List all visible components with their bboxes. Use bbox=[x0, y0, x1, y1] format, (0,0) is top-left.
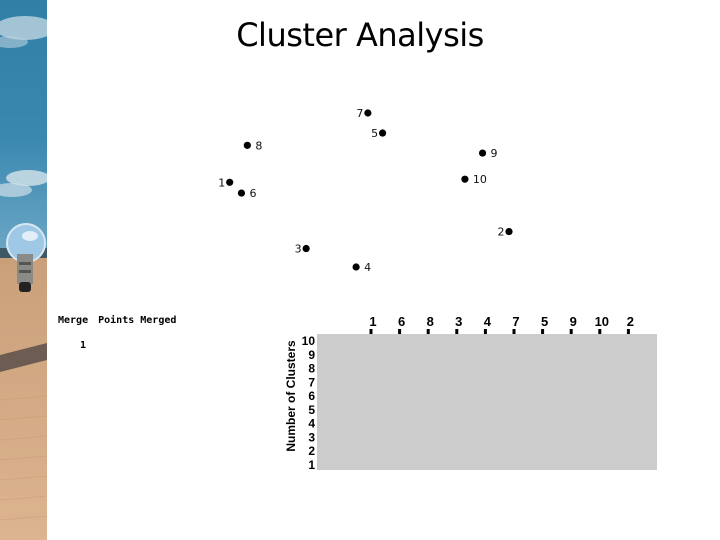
y-tick-label: 4 bbox=[308, 417, 315, 431]
leaf-tick bbox=[598, 329, 602, 334]
point-label: 1 bbox=[218, 176, 225, 189]
point-label: 7 bbox=[356, 107, 363, 120]
data-point-10 bbox=[461, 175, 469, 183]
header-merge: Merge bbox=[58, 315, 89, 326]
point-label: 9 bbox=[491, 147, 498, 160]
leaf-label: 2 bbox=[627, 314, 634, 329]
leaf-tick bbox=[541, 329, 545, 334]
point-label: 3 bbox=[295, 243, 302, 256]
point-label: 8 bbox=[255, 139, 262, 152]
leaf-label: 7 bbox=[512, 314, 519, 329]
y-tick-label: 8 bbox=[308, 362, 315, 376]
table-row: 1 bbox=[58, 340, 186, 351]
y-tick-label: 3 bbox=[308, 430, 315, 444]
leaf-label: 10 bbox=[595, 314, 609, 329]
leaf-label: 6 bbox=[398, 314, 405, 329]
leaf-tick bbox=[455, 329, 459, 334]
merge-number: 1 bbox=[80, 340, 87, 351]
data-point-8 bbox=[243, 141, 251, 149]
data-point-2 bbox=[505, 227, 513, 236]
merge-table-header: Merge Points Merged bbox=[58, 315, 186, 326]
data-point-6 bbox=[237, 189, 246, 197]
leaf-label: 1 bbox=[369, 314, 376, 329]
leaf-tick bbox=[483, 329, 487, 334]
leaf-tick bbox=[512, 329, 516, 334]
leaf-label: 4 bbox=[484, 314, 492, 329]
y-tick-label: 2 bbox=[308, 444, 315, 458]
scatter-plot: 1 2 3 4 5 6 7 8 9 10 bbox=[218, 107, 513, 274]
point-label: 5 bbox=[371, 127, 378, 140]
data-point-9 bbox=[478, 149, 487, 157]
leaf-label: 3 bbox=[455, 314, 462, 329]
point-label: 4 bbox=[364, 261, 371, 274]
y-tick-label: 1 bbox=[308, 458, 315, 472]
dendrogram: 1 6 8 3 4 7 5 9 10 210987654321Number of Clusters bbox=[284, 314, 657, 472]
dendrogram-panel bbox=[317, 334, 657, 470]
y-tick-label: 7 bbox=[308, 375, 315, 389]
merge-table: Merge Points Merged 1 bbox=[58, 315, 186, 351]
leaf-tick bbox=[569, 329, 573, 334]
leaf-tick bbox=[426, 329, 430, 334]
data-point-5 bbox=[378, 129, 387, 137]
y-tick-label: 6 bbox=[308, 389, 315, 403]
data-point-7 bbox=[364, 109, 372, 117]
leaf-tick bbox=[369, 329, 373, 334]
point-label: 6 bbox=[249, 187, 256, 200]
header-points-merged: Points Merged bbox=[98, 315, 177, 326]
y-axis-label: Number of Clusters bbox=[284, 340, 298, 452]
y-tick-label: 5 bbox=[308, 403, 315, 417]
leaf-label: 5 bbox=[541, 314, 548, 329]
y-tick-label: 9 bbox=[308, 348, 315, 362]
leaf-label: 8 bbox=[427, 314, 434, 329]
data-point-4 bbox=[352, 263, 360, 271]
point-label: 10 bbox=[473, 173, 487, 186]
data-point-1 bbox=[226, 178, 234, 186]
data-point-3 bbox=[302, 244, 310, 253]
leaf-tick bbox=[626, 329, 630, 334]
leaf-tick bbox=[398, 329, 402, 334]
leaf-label: 9 bbox=[570, 314, 577, 329]
y-tick-label: 10 bbox=[302, 334, 316, 348]
point-label: 2 bbox=[498, 226, 505, 239]
